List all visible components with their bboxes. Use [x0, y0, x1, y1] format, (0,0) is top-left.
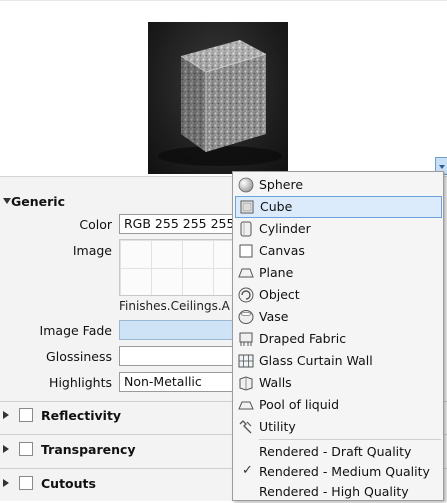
generic-section-title: Generic [11, 194, 65, 209]
checkmark-icon: ✓ [242, 463, 253, 478]
menu-item-label: Cube [260, 199, 293, 214]
menu-item-label: Rendered - Draft Quality [259, 444, 412, 459]
menu-item-label: Glass Curtain Wall [259, 353, 373, 368]
menu-item-label: Rendered - Medium Quality [259, 464, 430, 479]
image-filename[interactable]: Finishes.Ceilings.A [119, 299, 239, 313]
expand-triangle-icon[interactable] [3, 479, 9, 487]
menu-item-label: Canvas [259, 243, 305, 258]
menu-item-object[interactable]: Object [235, 284, 442, 306]
menu-item-label: Pool of liquid [259, 397, 340, 412]
image-slot[interactable] [119, 239, 243, 296]
menu-item-rendered-high-quality[interactable]: Rendered - High Quality [235, 481, 442, 503]
menu-item-rendered-draft-quality[interactable]: Rendered - Draft Quality [235, 441, 442, 463]
menu-item-plane[interactable]: Plane [235, 262, 442, 284]
sphere-icon [238, 177, 254, 193]
color-field[interactable]: RGB 255 255 255 [119, 214, 235, 234]
highlights-label: Highlights [49, 375, 112, 390]
expand-triangle-icon[interactable] [3, 198, 11, 204]
glossiness-label: Glossiness [46, 349, 112, 364]
color-label: Color [79, 217, 112, 232]
menu-item-pool-of-liquid[interactable]: Pool of liquid [235, 394, 442, 416]
menu-item-rendered-medium-quality[interactable]: ✓ Rendered - Medium Quality [235, 461, 442, 483]
glossiness-slider[interactable] [119, 346, 235, 366]
cutouts-label: Cutouts [41, 476, 96, 491]
menu-item-glass-curtain-wall[interactable]: Glass Curtain Wall [235, 350, 442, 372]
menu-item-vase[interactable]: Vase [235, 306, 442, 328]
menu-item-utility[interactable]: Utility [235, 416, 442, 438]
preview-shape-menu: Sphere Cube Cylinder Canvas Plane Object [232, 171, 444, 501]
menu-item-label: Cylinder [259, 221, 311, 236]
vase-icon [238, 309, 254, 325]
menu-item-label: Plane [259, 265, 294, 280]
object-icon [238, 287, 254, 303]
reflectivity-checkbox[interactable] [19, 408, 33, 422]
menu-item-label: Utility [259, 419, 296, 434]
draped-fabric-icon [238, 331, 254, 347]
walls-icon [238, 375, 254, 391]
utility-icon [238, 419, 254, 435]
canvas-icon [238, 243, 254, 259]
plane-icon [238, 265, 254, 281]
menu-item-walls[interactable]: Walls [235, 372, 442, 394]
menu-item-label: Vase [259, 309, 289, 324]
menu-separator [259, 439, 441, 440]
menu-item-label: Draped Fabric [259, 331, 347, 346]
menu-item-sphere[interactable]: Sphere [235, 174, 442, 196]
image-fade-label: Image Fade [39, 323, 112, 338]
highlights-dropdown[interactable]: Non-Metallic [119, 372, 235, 392]
menu-item-cylinder[interactable]: Cylinder [235, 218, 442, 240]
transparency-label: Transparency [41, 442, 136, 457]
menu-item-canvas[interactable]: Canvas [235, 240, 442, 262]
cutouts-checkbox[interactable] [19, 476, 33, 490]
cylinder-icon [238, 221, 254, 237]
pool-of-liquid-icon [238, 397, 254, 413]
expand-triangle-icon[interactable] [3, 445, 9, 453]
menu-item-cube[interactable]: Cube [235, 196, 442, 218]
menu-item-label: Walls [259, 375, 292, 390]
cube-render [158, 40, 282, 166]
menu-item-label: Object [259, 287, 300, 302]
transparency-checkbox[interactable] [19, 442, 33, 456]
glass-curtain-wall-icon [238, 353, 254, 369]
menu-item-label: Rendered - High Quality [259, 484, 409, 499]
top-divider [0, 0, 447, 1]
expand-triangle-icon[interactable] [3, 411, 9, 419]
cube-preview-image [148, 22, 288, 174]
cube-icon [239, 199, 255, 215]
material-preview-area [0, 0, 447, 176]
image-label: Image [72, 243, 112, 258]
image-fade-slider[interactable] [119, 320, 235, 340]
menu-item-draped-fabric[interactable]: Draped Fabric [235, 328, 442, 350]
reflectivity-label: Reflectivity [41, 408, 122, 423]
menu-item-label: Sphere [259, 177, 304, 192]
